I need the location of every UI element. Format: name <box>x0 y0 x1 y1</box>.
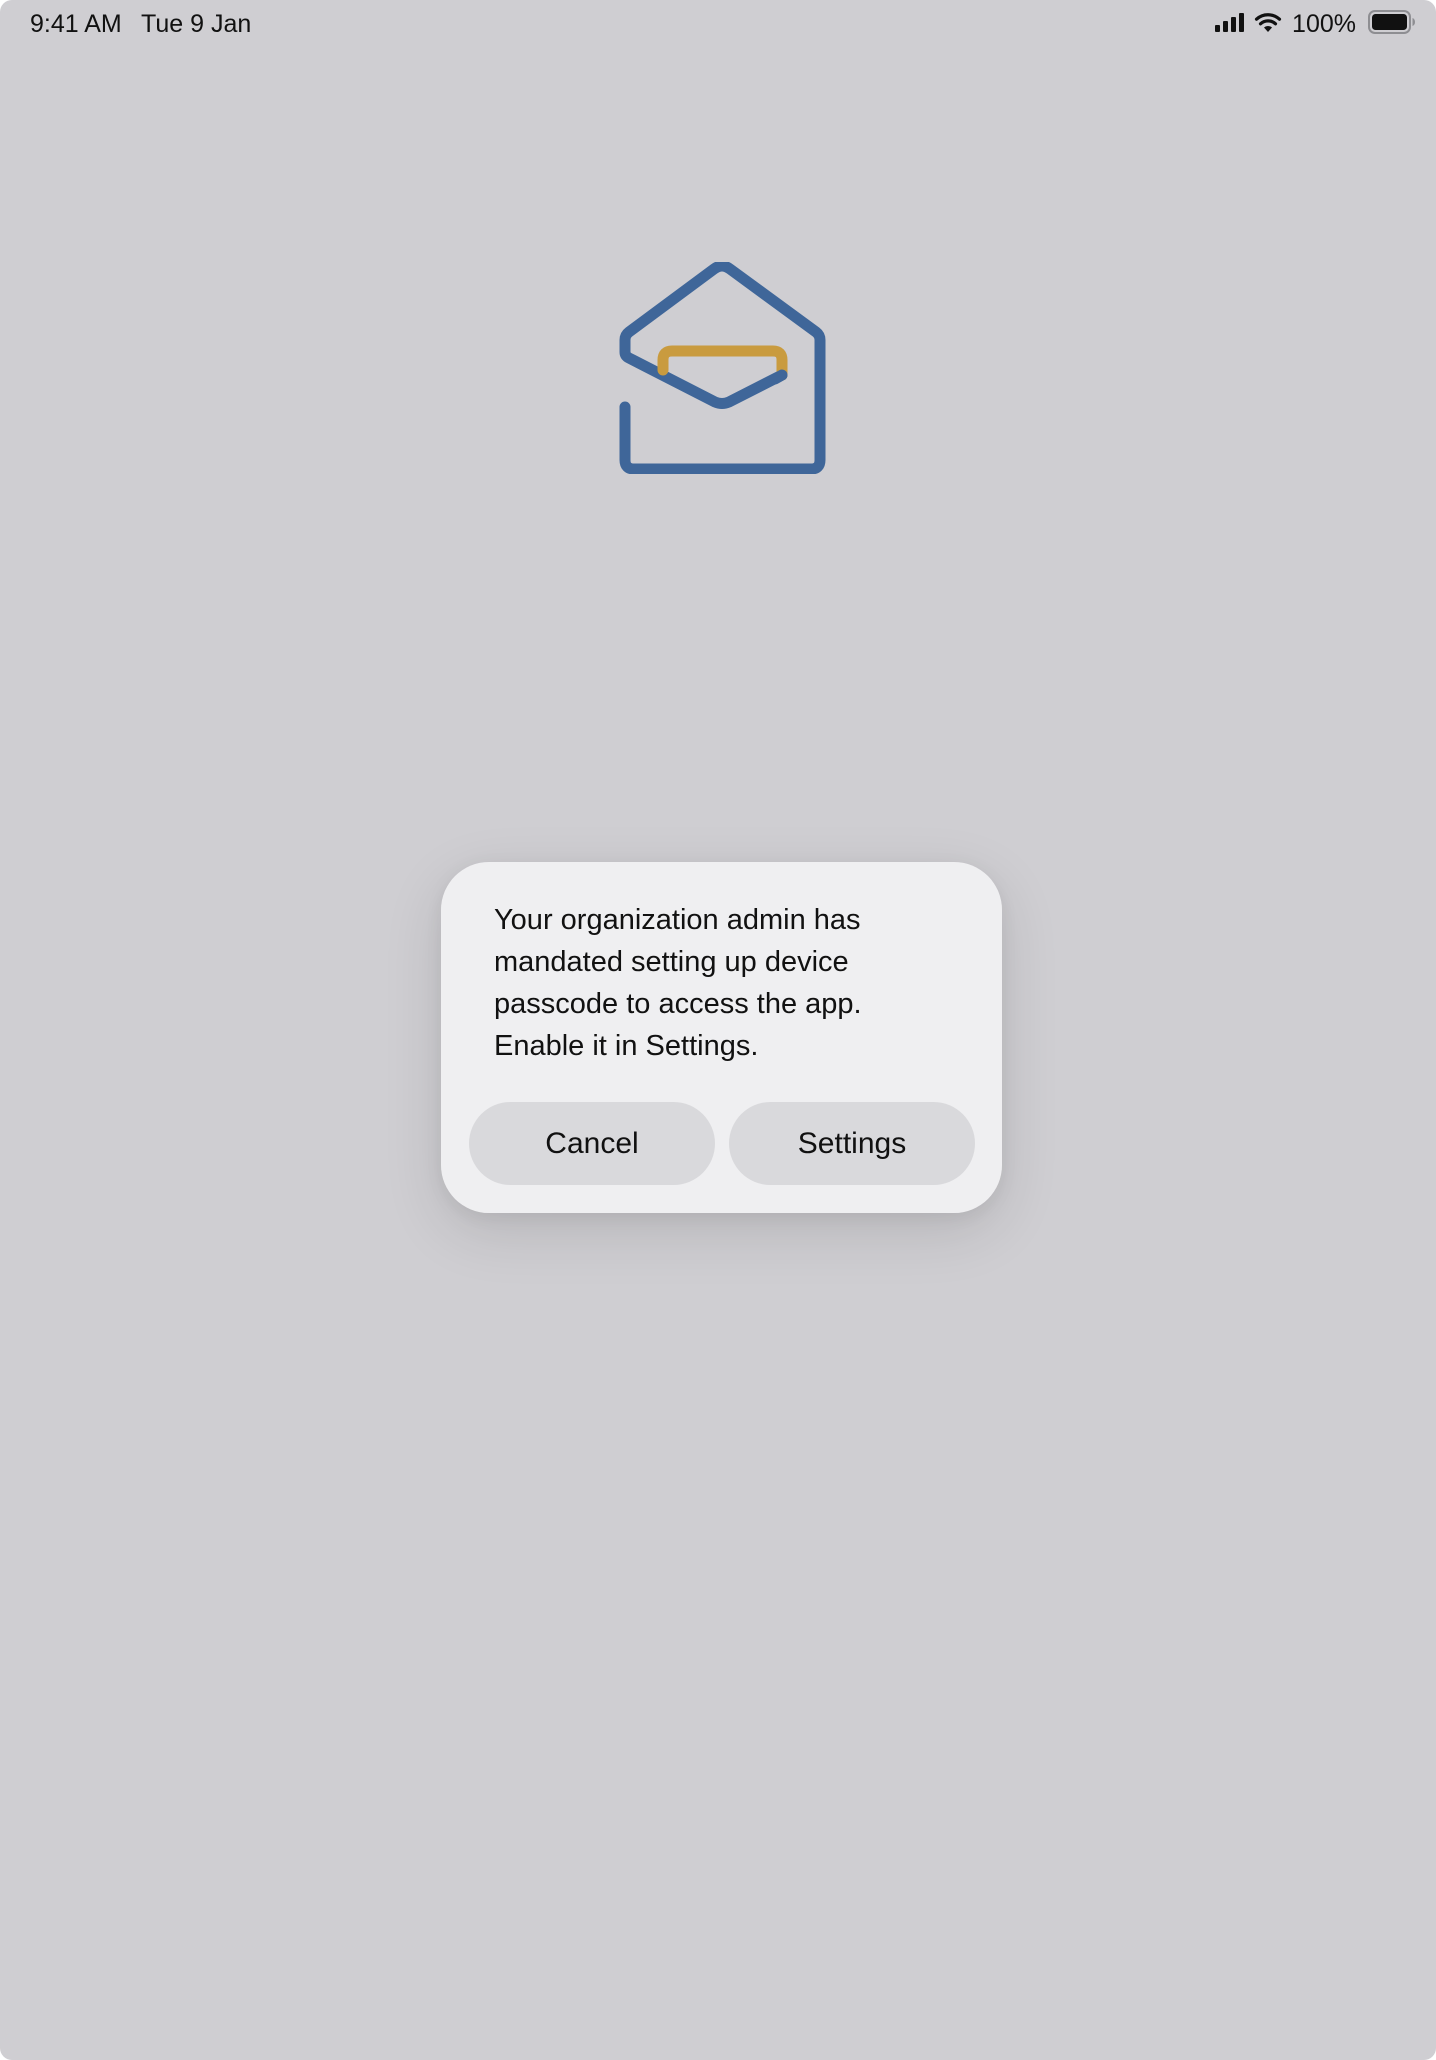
settings-button[interactable]: Settings <box>729 1102 975 1185</box>
alert-message: Your organization admin has mandated set… <box>494 904 862 1062</box>
battery-percentage: 100% <box>1292 10 1356 38</box>
zoho-mail-logo-icon <box>615 260 827 475</box>
cellular-signal-icon <box>1214 12 1246 37</box>
status-date: Tue 9 Jan <box>141 10 252 38</box>
status-time: 9:41 AM <box>30 10 122 38</box>
app-screen: 9:41 AM Tue 9 Jan 100% Your organization… <box>0 0 1436 2060</box>
passcode-required-alert: Your organization admin has mandated set… <box>441 862 1002 1213</box>
wifi-icon <box>1254 11 1282 38</box>
cancel-button[interactable]: Cancel <box>469 1102 715 1185</box>
status-indicators: 100% <box>1214 8 1416 40</box>
battery-icon <box>1368 9 1416 39</box>
status-bar: 9:41 AM Tue 9 Jan 100% <box>0 0 1436 50</box>
